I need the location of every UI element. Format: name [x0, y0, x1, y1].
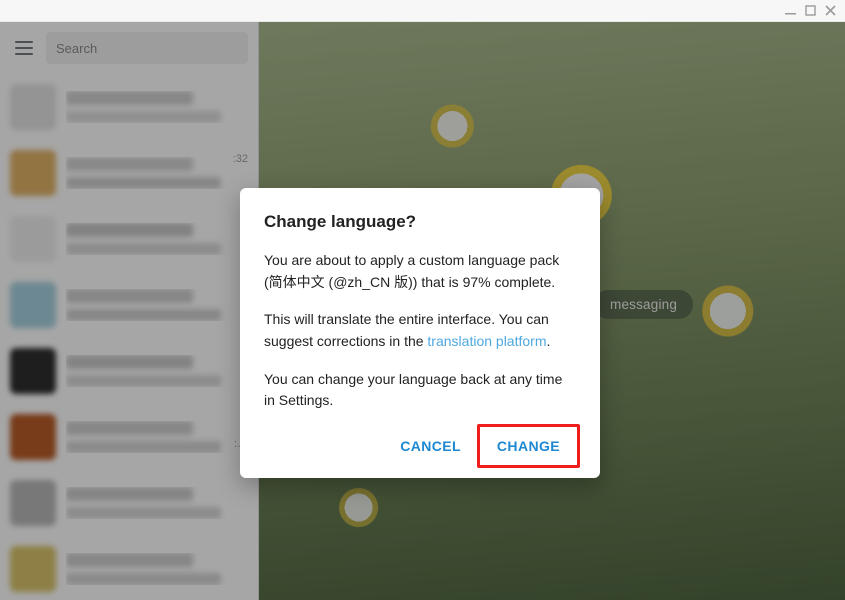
dialog-actions: CANCEL CHANGE	[264, 428, 576, 464]
change-button[interactable]: CHANGE	[481, 428, 576, 464]
window-maximize-icon[interactable]	[801, 2, 819, 20]
dialog-paragraph-3: You can change your language back at any…	[264, 369, 576, 412]
dialog-title: Change language?	[264, 212, 576, 232]
change-language-dialog: Change language? You are about to apply …	[240, 188, 600, 478]
window-close-icon[interactable]	[821, 2, 839, 20]
titlebar	[0, 0, 845, 22]
cancel-button[interactable]: CANCEL	[384, 428, 477, 464]
window-minimize-icon[interactable]	[781, 2, 799, 20]
dialog-paragraph-2: This will translate the entire interface…	[264, 309, 576, 352]
dialog-body: You are about to apply a custom language…	[264, 250, 576, 412]
dialog-paragraph-1: You are about to apply a custom language…	[264, 250, 576, 293]
translation-platform-link[interactable]: translation platform	[427, 333, 546, 349]
